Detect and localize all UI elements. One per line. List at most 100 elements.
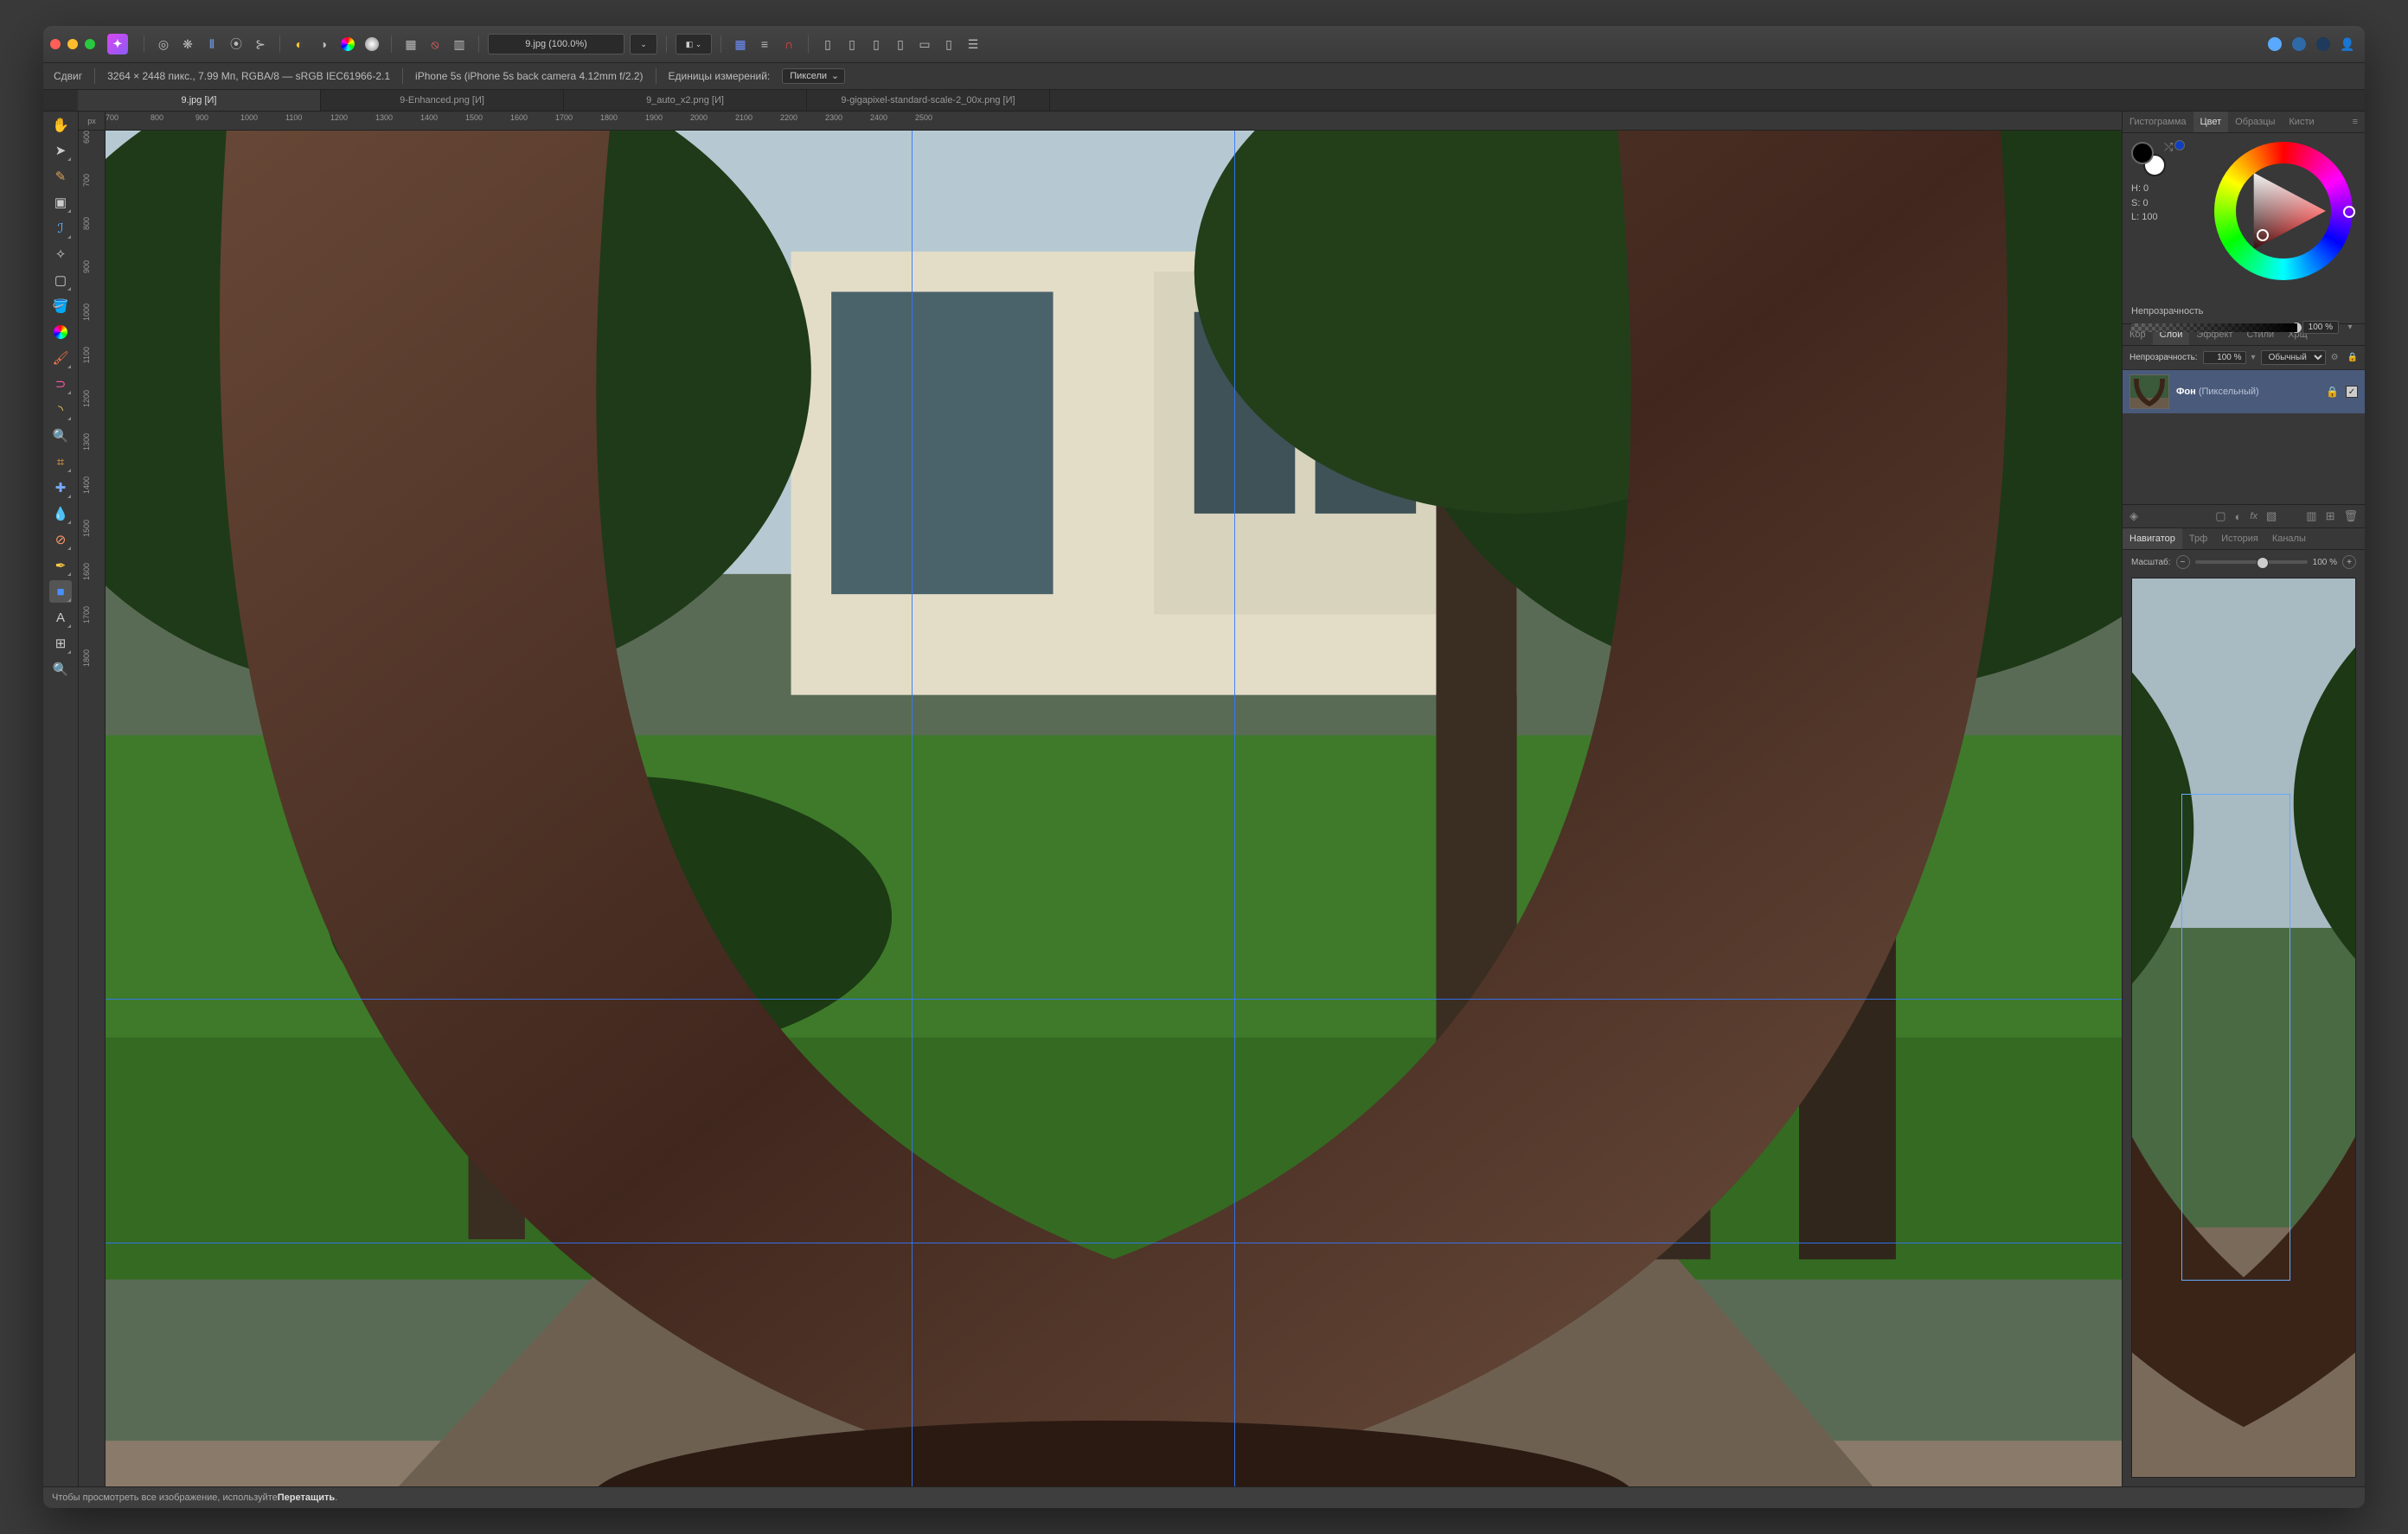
move-tool[interactable]: ➤	[49, 139, 72, 162]
add-layer-icon[interactable]: ⊞	[2326, 509, 2335, 523]
healing-tool[interactable]: ✚	[49, 476, 72, 499]
view-tool[interactable]: 🔍	[49, 658, 72, 681]
swap-colors-icon[interactable]: ⤭	[2164, 140, 2173, 149]
blur-tool[interactable]: 💧	[49, 502, 72, 525]
flood-select-tool[interactable]: ✧	[49, 243, 72, 265]
gradient-tool[interactable]	[49, 321, 72, 343]
selection-quick-button[interactable]: ▥	[449, 34, 470, 54]
doc-tab-3[interactable]: 9-gigapixel-standard-scale-2_00x.png [И]	[807, 90, 1050, 111]
navigator-thumbnail[interactable]	[2131, 578, 2356, 1478]
pen-tool[interactable]: ✒	[49, 554, 72, 577]
arrange-distribute-button[interactable]: ▯	[938, 34, 959, 54]
doc-tab-0[interactable]: 9.jpg [И]	[78, 90, 321, 111]
delete-layer-icon[interactable]: 🗑	[2343, 509, 2358, 523]
assistant-b-button[interactable]	[2289, 34, 2309, 54]
units-dropdown[interactable]: Пиксели	[782, 68, 845, 84]
fx-icon[interactable]: fx	[2250, 511, 2258, 521]
opacity-value[interactable]: 100 %	[2302, 321, 2339, 334]
adjust-gradient-button[interactable]	[362, 34, 382, 54]
arrange-more-button[interactable]: ☰	[963, 34, 983, 54]
text-tool[interactable]: A	[49, 606, 72, 629]
doc-tab-1[interactable]: 9-Enhanced.png [И]	[321, 90, 564, 111]
maximize-window-button[interactable]	[85, 39, 95, 49]
adjust-bw-button[interactable]: ◑	[313, 34, 334, 54]
zoom-out-button[interactable]: −	[2176, 555, 2190, 569]
canvas[interactable]	[106, 131, 2122, 1486]
layer-thumbnail[interactable]	[2129, 374, 2169, 409]
live-filter-icon[interactable]: ◐	[2235, 510, 2242, 523]
zoom-tool2[interactable]: 🔍	[49, 425, 72, 447]
layer-opacity-field[interactable]: 100 %	[2203, 351, 2246, 364]
assistant-c-button[interactable]	[2313, 34, 2334, 54]
tab-brushes[interactable]: Кисти	[2282, 112, 2321, 132]
crop-tool[interactable]: ▣	[49, 191, 72, 214]
fg-bg-swatches[interactable]: ⤭	[2131, 142, 2166, 176]
color-picker-tool[interactable]: ✎	[49, 165, 72, 188]
arrange-forward-button[interactable]: ▯	[866, 34, 887, 54]
selection-marquee-button[interactable]: ▦	[400, 34, 421, 54]
snap-grid-button[interactable]: ▦	[730, 34, 751, 54]
fg-swatch[interactable]	[2131, 142, 2154, 164]
guide-horizontal-1[interactable]	[106, 999, 2122, 1000]
persona-export-button[interactable]: ⊱	[250, 34, 271, 54]
layer-lock-icon[interactable]: 🔒	[2326, 386, 2339, 398]
hand-tool-header-icon[interactable]: ✋	[43, 115, 78, 136]
opacity-slider[interactable]	[2131, 323, 2297, 332]
arrange-back-button[interactable]: ▯	[817, 34, 838, 54]
tab-color[interactable]: Цвет	[2193, 112, 2229, 132]
selection-refine-button[interactable]: ⦸	[425, 34, 445, 54]
close-window-button[interactable]	[50, 39, 61, 49]
zoom-in-button[interactable]: +	[2342, 555, 2356, 569]
adjustment-layer-icon[interactable]: ▢	[2215, 509, 2225, 523]
guide-vertical-2[interactable]	[1234, 131, 1235, 1486]
erase-tool[interactable]: ◝	[49, 399, 72, 421]
color-wheel[interactable]	[2214, 142, 2353, 280]
paint-brush-tool[interactable]: 🖌	[49, 347, 72, 369]
blend-mode-dropdown[interactable]: Обычный	[2261, 350, 2326, 365]
layer-row-0[interactable]: Фон (Пиксельный) 🔒 ✓	[2123, 370, 2365, 413]
tab-histogram[interactable]: Гистограмма	[2123, 112, 2193, 132]
layer-lock-all-icon[interactable]: 🔒	[2347, 353, 2358, 362]
rectangle-tool[interactable]: ■	[49, 580, 72, 603]
mesh-tool[interactable]: ⊞	[49, 632, 72, 655]
assistant-a-button[interactable]	[2264, 34, 2285, 54]
adjust-split-button[interactable]: ◐	[289, 34, 310, 54]
flood-fill-tool[interactable]: 🪣	[49, 295, 72, 317]
opacity-dropdown-icon[interactable]: ▾	[2344, 323, 2356, 332]
clone-tool[interactable]: ⌗	[49, 451, 72, 473]
persona-develop-button[interactable]: ⦀	[202, 34, 222, 54]
tab-channels[interactable]: Каналы	[2265, 528, 2313, 549]
zoom-slider[interactable]	[2195, 560, 2308, 564]
layer-visible-checkbox[interactable]: ✓	[2346, 386, 2358, 398]
mask-layer-icon[interactable]: ◈	[2129, 509, 2138, 523]
layer-settings-icon[interactable]: ⚙	[2331, 353, 2339, 362]
guide-vertical-1[interactable]	[912, 131, 913, 1486]
selection-brush-tool[interactable]: ℐ	[49, 217, 72, 240]
persona-tone-button[interactable]: ⦿	[226, 34, 247, 54]
group-icon[interactable]: ▥	[2306, 509, 2316, 523]
tab-swatches[interactable]: Образцы	[2228, 112, 2282, 132]
color-panel-menu-icon[interactable]: ≡	[2346, 117, 2365, 127]
doc-tab-2[interactable]: 9_auto_x2.png [И]	[564, 90, 807, 111]
persona-liquify-button[interactable]: ❋	[177, 34, 198, 54]
arrange-align-button[interactable]: ▭	[914, 34, 935, 54]
zoom-dropdown[interactable]: ⌄	[630, 34, 657, 54]
adjust-color-button[interactable]	[337, 34, 358, 54]
account-button[interactable]: 👤	[2337, 34, 2358, 54]
tab-transform[interactable]: Трф	[2182, 528, 2214, 549]
tab-navigator[interactable]: Навигатор	[2123, 528, 2182, 549]
arrange-backward-button[interactable]: ▯	[842, 34, 862, 54]
recent-color-icon[interactable]	[2174, 140, 2185, 150]
paint-mixer-tool[interactable]: ⊃	[49, 373, 72, 395]
fgcolor-dropdown[interactable]: ◧ ⌄	[676, 34, 712, 54]
vertical-ruler[interactable]: 6007008009001000110012001300140015001600…	[79, 131, 106, 1486]
snap-magnet-button[interactable]: ∩	[778, 34, 799, 54]
marquee-tool[interactable]: ▢	[49, 269, 72, 291]
crop-layer-icon[interactable]: ▧	[2266, 509, 2277, 523]
inpaint-tool[interactable]: ⊘	[49, 528, 72, 551]
navigator-viewport[interactable]	[2181, 794, 2290, 1281]
snap-guides-button[interactable]: ≡	[754, 34, 775, 54]
tab-history[interactable]: История	[2214, 528, 2265, 549]
horizontal-ruler[interactable]: 7008009001000110012001300140015001600170…	[106, 112, 2122, 131]
persona-photo-button[interactable]: ◎	[153, 34, 174, 54]
